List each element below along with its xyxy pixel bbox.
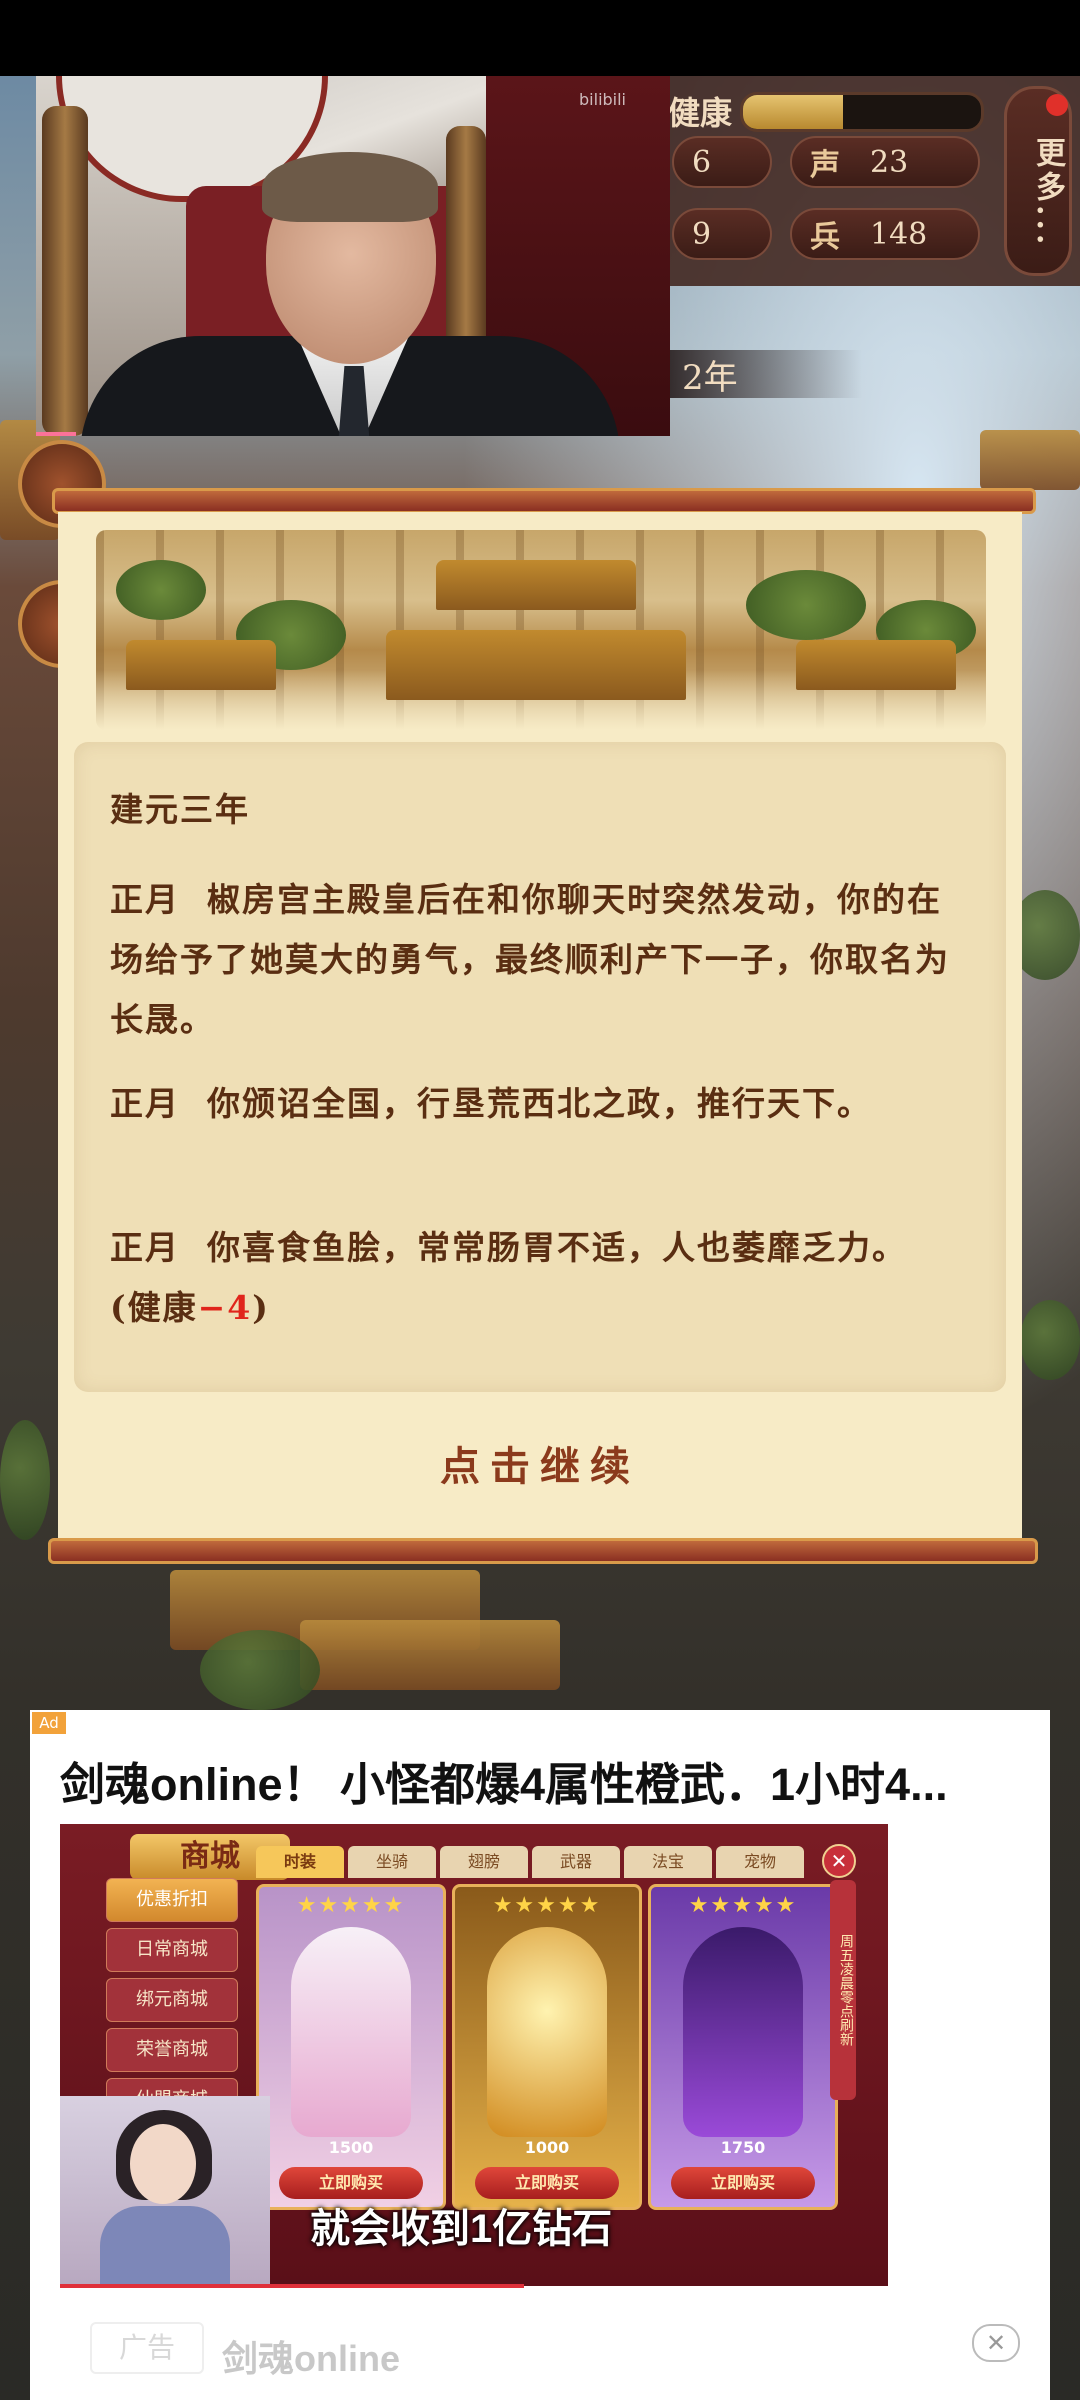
ad-title[interactable]: 剑魂online！ 小怪都爆4属性橙武．1小时4...: [60, 1748, 1010, 1813]
stat-pill[interactable]: 9: [672, 208, 772, 260]
event-year-title: 建元三年: [110, 790, 250, 829]
tree: [116, 560, 206, 620]
shop-tab: 坐骑: [348, 1846, 436, 1878]
health-effect-suffix: ): [252, 1288, 270, 1327]
stat-pill-soldiers[interactable]: 兵 148: [790, 208, 980, 260]
ad-close-button[interactable]: ✕: [972, 2324, 1020, 2362]
stat-pill[interactable]: 6: [672, 136, 772, 188]
shop-card: ★★★★★ 1500 立即购买: [256, 1884, 446, 2210]
shop-menu-item: 荣誉商城: [106, 2028, 238, 2072]
tree: [746, 570, 866, 640]
health-bar: [740, 92, 984, 132]
stat-value: 6: [692, 144, 712, 180]
health-effect-value: −4: [197, 1288, 253, 1327]
palace-roof-right: [980, 430, 1080, 490]
palace-hall: [386, 630, 686, 700]
stat-value: 9: [692, 216, 712, 252]
buy-button: 立即购买: [475, 2167, 619, 2199]
character-figure: [291, 1927, 411, 2137]
card-stars: ★★★★★: [492, 1893, 602, 1918]
card-price: 1500: [328, 2138, 374, 2157]
shop-menu-item: 绑元商城: [106, 1978, 238, 2022]
ad-video-progress: [60, 2284, 524, 2288]
floating-video-player[interactable]: bilibili: [36, 76, 670, 436]
tree: [200, 1630, 320, 1710]
shop-menu-item: 日常商城: [106, 1928, 238, 1972]
video-watermark: bilibili: [579, 90, 626, 109]
palace-roof-bottom-2: [300, 1620, 560, 1690]
streamer-face: [130, 2124, 196, 2204]
stat-pill-reputation[interactable]: 声 23: [790, 136, 980, 188]
shop-card: ★★★★★ 1000 立即购买: [452, 1884, 642, 2210]
shop-card: ★★★★★ 1750 立即购买: [648, 1884, 838, 2210]
tree: [0, 1420, 50, 1540]
year-banner: 2年: [670, 350, 862, 398]
stat-value: 148: [870, 216, 928, 252]
shop-menu-item: 优惠折扣: [106, 1878, 238, 1922]
event-entry: 正月 椒房宫主殿皇后在和你聊天时突然发动，你的在场给予了她莫大的勇气，最终顺利产…: [110, 870, 970, 1050]
background-text: [1052, 2180, 1080, 2240]
ad-badge: Ad: [32, 1712, 66, 1734]
palace-illustration: [96, 530, 986, 730]
continue-button[interactable]: 点击继续: [100, 1434, 980, 1494]
ad-streamer-video: [60, 2096, 270, 2286]
shop-tab: 时装: [256, 1846, 344, 1878]
ad-media[interactable]: 商城 优惠折扣 日常商城 绑元商城 荣誉商城 仙盟商城 时装 坐骑 翅膀 武器 …: [60, 1824, 888, 2286]
card-price: 1750: [720, 2138, 766, 2157]
event-month: 正月: [110, 1228, 180, 1267]
event-entry: 正月 你喜食鱼脍，常常肠胃不适，人也萎靡乏力。(健康−4): [110, 1218, 950, 1338]
ad-source-name[interactable]: 剑魂online: [222, 2330, 400, 2382]
shop-tab: 宠物: [716, 1846, 804, 1878]
event-text: 你颁诏全国，行垦荒西北之政，推行天下。: [206, 1084, 872, 1123]
card-stars: ★★★★★: [688, 1893, 798, 1918]
scroll-top-rod: [52, 488, 1036, 514]
stat-value: 23: [870, 144, 909, 180]
palace-hall: [436, 560, 636, 610]
buy-button: 立即购买: [671, 2167, 815, 2199]
character-figure: [683, 1927, 803, 2137]
health-label: 健康: [668, 94, 733, 132]
shop-tab: 法宝: [624, 1846, 712, 1878]
character-figure: [487, 1927, 607, 2137]
streamer-body: [100, 2206, 230, 2286]
video-person-hair: [262, 152, 438, 222]
notification-dot: [1046, 94, 1068, 116]
palace-hall: [796, 640, 956, 690]
event-text: 你喜食鱼脍，常常肠胃不适，人也萎靡乏力。: [206, 1228, 907, 1267]
scroll-bottom-rod: [48, 1538, 1038, 1564]
close-icon: ✕: [822, 1844, 856, 1878]
shop-refresh-note: 周五凌晨零点刷新: [830, 1880, 856, 2100]
shop-tab: 翅膀: [440, 1846, 528, 1878]
tree: [1020, 1300, 1080, 1380]
event-month: 正月: [110, 1084, 180, 1123]
palace-hall: [126, 640, 276, 690]
ad-source-logo: 广告: [90, 2322, 204, 2374]
buy-button: 立即购买: [279, 2167, 423, 2199]
video-chair-post: [42, 106, 88, 436]
card-stars: ★★★★★: [296, 1893, 406, 1918]
event-month: 正月: [110, 880, 180, 919]
event-entry: 正月 你颁诏全国，行垦荒西北之政，推行天下。: [110, 1074, 930, 1134]
health-effect-prefix: (健康: [110, 1288, 198, 1327]
ad-video-caption: 就会收到1亿钻石: [310, 2207, 613, 2251]
event-text: 椒房宫主殿皇后在和你聊天时突然发动，你的在场给予了她莫大的勇气，最终顺利产下一子…: [110, 880, 950, 1039]
card-price: 1000: [524, 2138, 570, 2157]
health-bar-fill: [743, 95, 843, 129]
stat-label: 兵: [810, 220, 840, 255]
shop-tab: 武器: [532, 1846, 620, 1878]
video-progress: [36, 432, 76, 436]
stat-label: 声: [810, 148, 840, 183]
